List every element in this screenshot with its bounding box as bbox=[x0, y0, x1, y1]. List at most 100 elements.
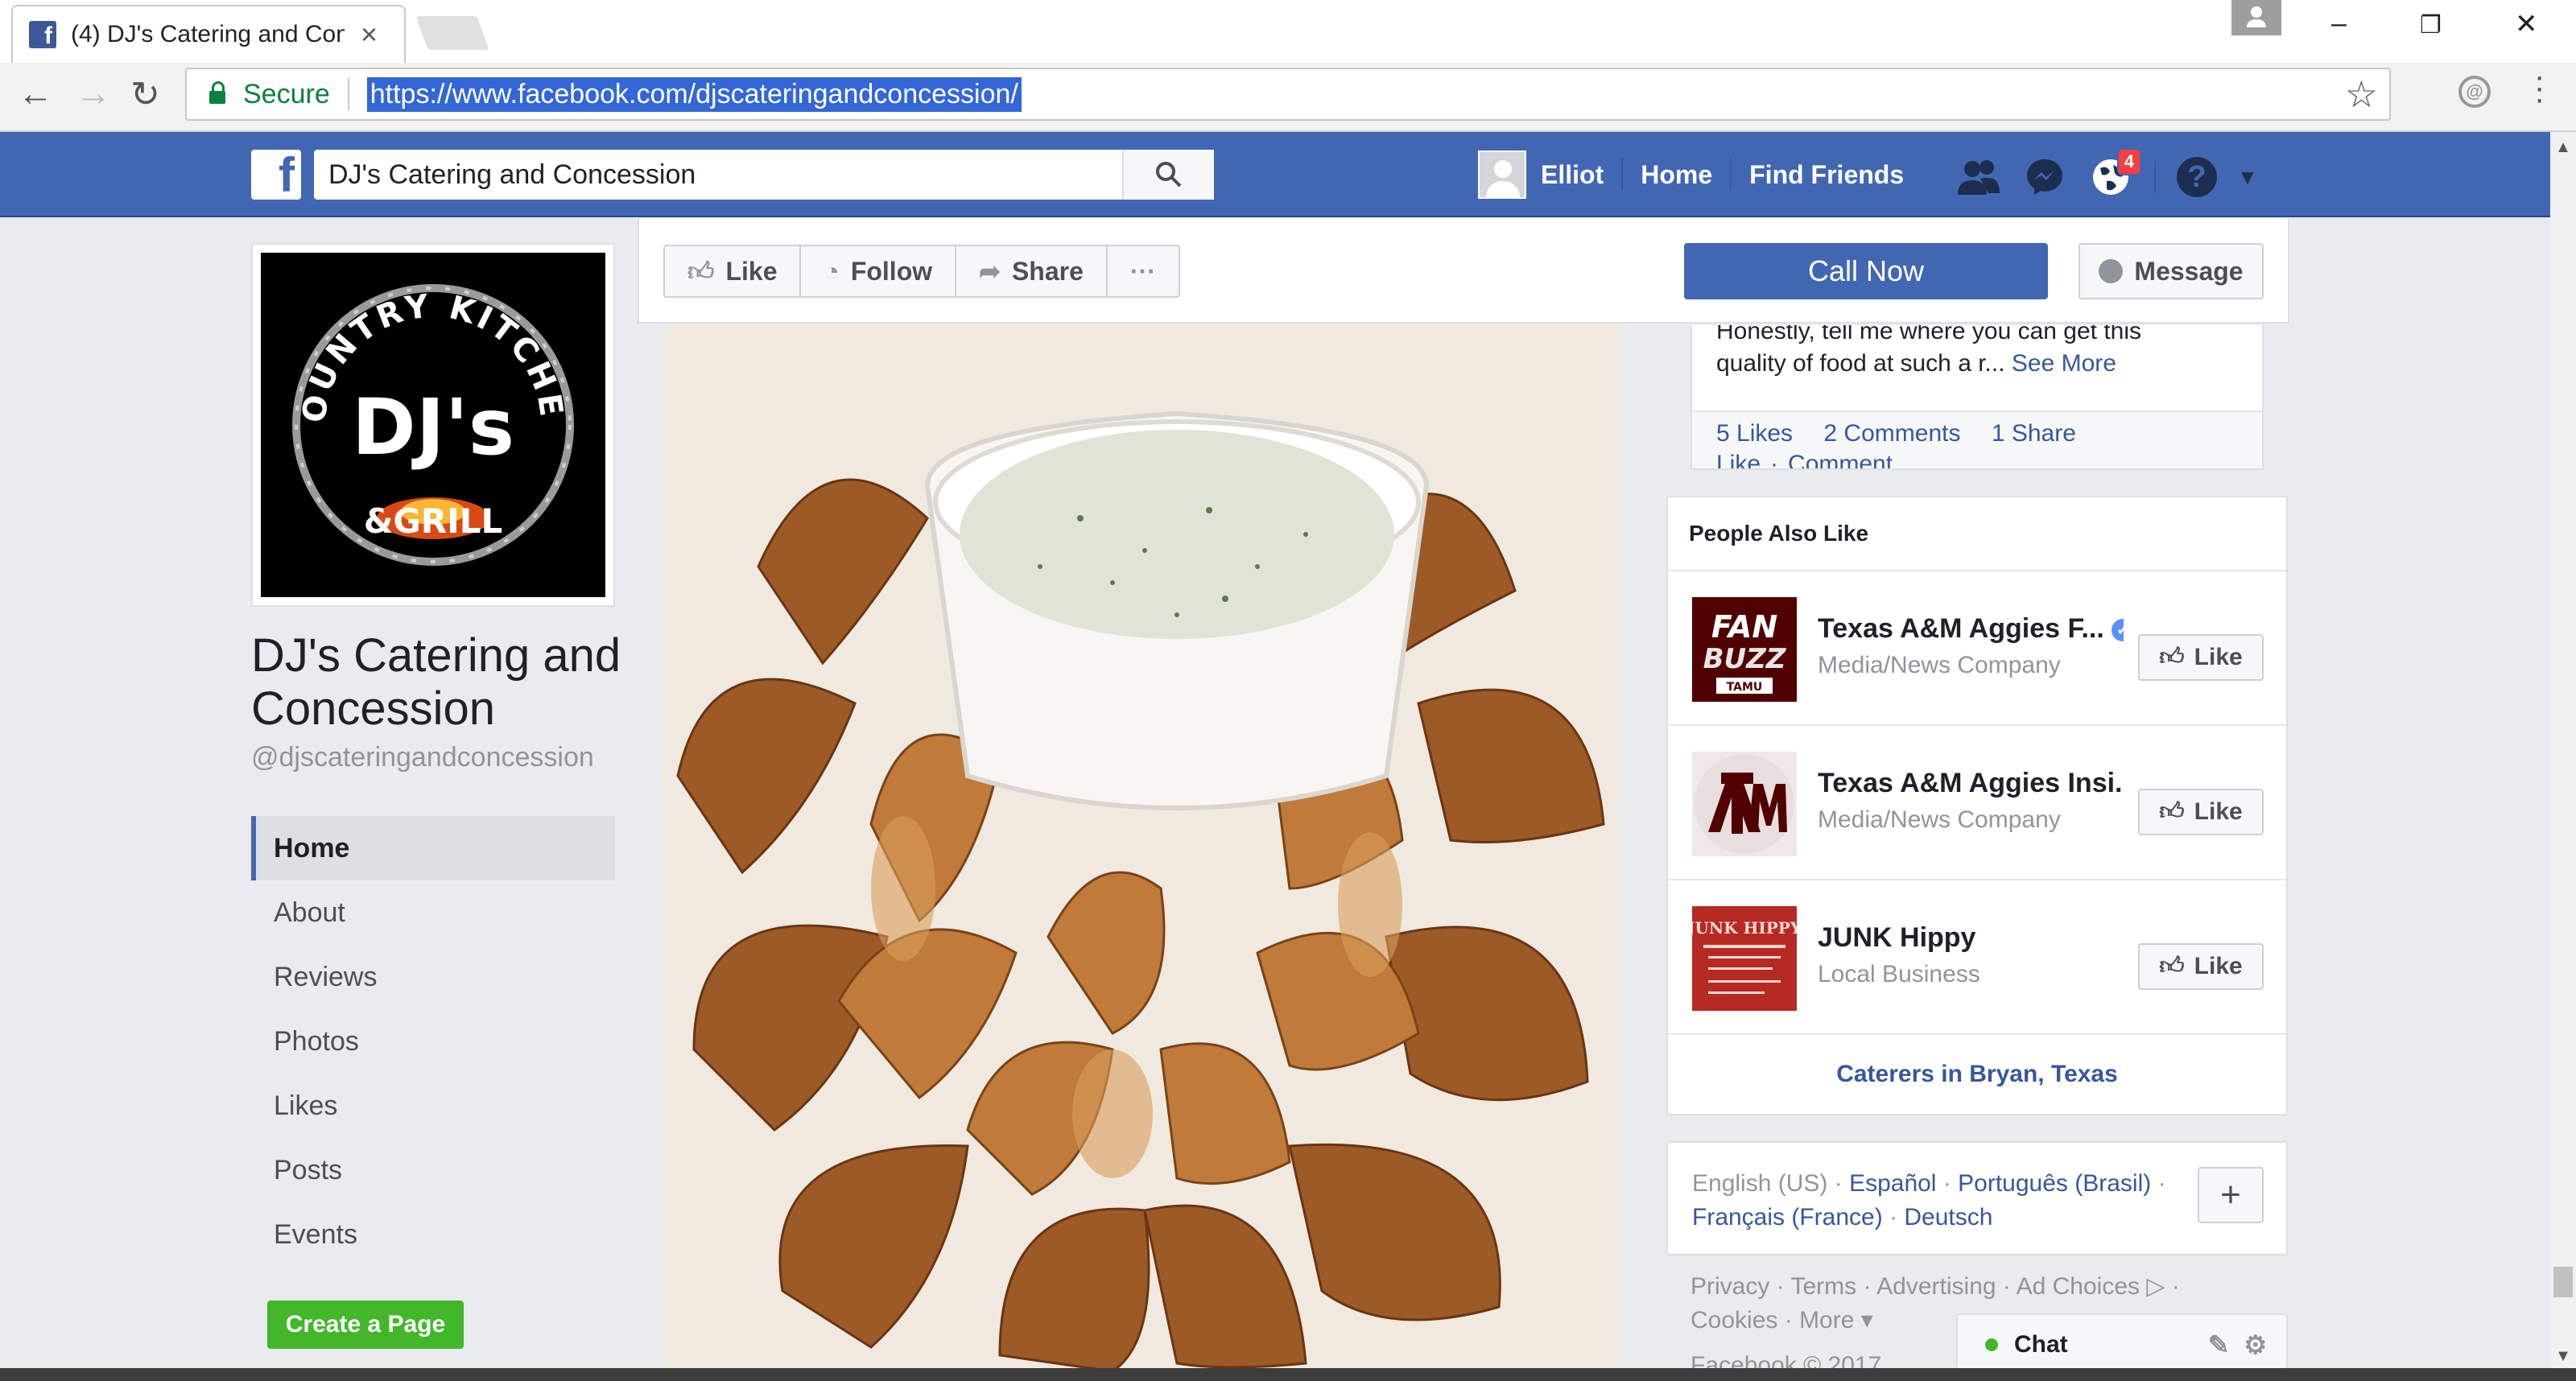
page-handle[interactable]: @djscateringandconcession bbox=[251, 742, 594, 773]
list-item[interactable]: Texas A&M Aggies Insi... Media/News Comp… bbox=[1668, 726, 2286, 880]
post-comment-action[interactable]: Comment bbox=[1788, 451, 1893, 468]
nav-divider bbox=[1730, 159, 1732, 191]
rss-follow-icon: ◔ bbox=[824, 256, 840, 286]
language-german[interactable]: Deutsch bbox=[1904, 1204, 1992, 1231]
minimize-icon[interactable]: – bbox=[2331, 8, 2347, 39]
chat-settings-gear-icon[interactable]: ⚙ bbox=[2244, 1330, 2267, 1359]
more-dropdown-icon[interactable]: ▾ bbox=[1861, 1307, 1873, 1334]
language-french[interactable]: Français (France) bbox=[1692, 1204, 1883, 1231]
more-dots-icon: ··· bbox=[1129, 256, 1156, 286]
like-suggested-page-button[interactable]: 👍︎ Like bbox=[2138, 634, 2264, 681]
page-thumbnail[interactable]: JUNK HIPPY bbox=[1692, 906, 1797, 1011]
account-dropdown-icon[interactable]: ▼ bbox=[2225, 155, 2270, 200]
help-icon[interactable]: ? bbox=[2177, 157, 2217, 197]
notifications-globe-icon[interactable]: 4 bbox=[2088, 148, 2141, 200]
new-tab-button[interactable] bbox=[415, 16, 489, 50]
create-page-button[interactable]: Create a Page bbox=[267, 1301, 464, 1349]
suggested-page-name[interactable]: Texas A&M Aggies F... ✓ bbox=[1818, 613, 2124, 645]
search-input[interactable]: DJ's Catering and Concession bbox=[314, 159, 1122, 191]
facebook-search[interactable]: DJ's Catering and Concession bbox=[314, 150, 1214, 200]
left-nav-about[interactable]: About bbox=[251, 880, 615, 945]
scroll-up-icon[interactable]: ▲ bbox=[2550, 138, 2576, 157]
page-profile-picture[interactable]: COUNTRY KITCHEN DJ's &GRILL bbox=[251, 243, 615, 607]
footer-cookies[interactable]: Cookies bbox=[1690, 1307, 1777, 1334]
logo-bottom-text: &GRILL bbox=[364, 501, 503, 541]
window-close-icon[interactable]: ✕ bbox=[2515, 8, 2538, 40]
restore-icon[interactable]: ❐ bbox=[2420, 11, 2442, 39]
footer-ad-choices[interactable]: Ad Choices bbox=[2017, 1273, 2140, 1300]
messenger-icon[interactable] bbox=[2022, 155, 2067, 200]
left-nav-posts[interactable]: Posts bbox=[251, 1138, 615, 1202]
page-scrollbar[interactable]: ▲ ▼ bbox=[2550, 132, 2576, 1373]
address-bar[interactable]: Secure https://www.facebook.com/djscater… bbox=[185, 68, 2391, 121]
footer-privacy[interactable]: Privacy bbox=[1690, 1273, 1769, 1300]
post-photo[interactable] bbox=[662, 325, 1620, 1373]
tab-close-icon[interactable]: × bbox=[361, 18, 378, 52]
language-card: English (US) · Español · Português (Bras… bbox=[1666, 1141, 2288, 1255]
footer-terms[interactable]: Terms bbox=[1790, 1273, 1856, 1300]
like-page-button[interactable]: 👍︎ Like bbox=[665, 246, 802, 296]
extension-icon[interactable]: @ bbox=[2458, 76, 2491, 108]
suggested-page-name[interactable]: Texas A&M Aggies Insi... bbox=[1818, 768, 2124, 799]
user-name-link[interactable]: Elliot bbox=[1541, 160, 1604, 190]
left-nav-photos[interactable]: Photos bbox=[251, 1009, 615, 1074]
browser-profile-icon[interactable] bbox=[2231, 0, 2281, 35]
friend-requests-icon[interactable] bbox=[1956, 155, 2001, 200]
page-thumbnail[interactable]: FAN BUZZ TAMU bbox=[1692, 597, 1797, 702]
like-suggested-page-button[interactable]: 👍︎ Like bbox=[2138, 789, 2264, 835]
bookmark-star-icon[interactable]: ☆ bbox=[2345, 72, 2378, 116]
see-more-link[interactable]: See More bbox=[2012, 350, 2116, 377]
call-now-button[interactable]: Call Now bbox=[1684, 243, 2048, 299]
post-comments-count[interactable]: 2 Comments bbox=[1823, 420, 1960, 447]
more-options-button[interactable]: ··· bbox=[1108, 246, 1179, 296]
share-button[interactable]: ➦ Share bbox=[956, 246, 1108, 296]
scroll-down-icon[interactable]: ▼ bbox=[2550, 1347, 2576, 1366]
left-nav-reviews[interactable]: Reviews bbox=[251, 945, 615, 1009]
post-like-action[interactable]: Like bbox=[1716, 451, 1761, 468]
chat-bar[interactable]: Chat ✎ ⚙ bbox=[1956, 1313, 2288, 1375]
find-friends-link[interactable]: Find Friends bbox=[1749, 160, 1904, 190]
footer-advertising[interactable]: Advertising bbox=[1876, 1273, 1996, 1300]
page-logo: COUNTRY KITCHEN DJ's &GRILL bbox=[261, 253, 605, 597]
post-likes-count[interactable]: 5 Likes bbox=[1716, 420, 1793, 447]
avatar[interactable] bbox=[1478, 150, 1526, 199]
forward-icon[interactable]: → bbox=[76, 74, 111, 114]
language-portuguese[interactable]: Português (Brasil) bbox=[1958, 1170, 2151, 1197]
browser-menu-icon[interactable]: · · · bbox=[2534, 60, 2545, 115]
more-languages-plus-icon[interactable]: + bbox=[2198, 1167, 2264, 1223]
nav-divider bbox=[2154, 161, 2156, 193]
left-nav-events[interactable]: Events bbox=[251, 1202, 615, 1267]
follow-button[interactable]: ◔ Follow bbox=[801, 246, 957, 296]
thumb-text-fan: FAN bbox=[1711, 609, 1777, 645]
suggested-page-name[interactable]: JUNK Hippy bbox=[1818, 922, 2124, 954]
new-message-icon[interactable]: ✎ bbox=[2208, 1330, 2230, 1359]
scroll-thumb[interactable] bbox=[2553, 1267, 2573, 1297]
footer-more[interactable]: More bbox=[1799, 1307, 1854, 1334]
online-status-icon bbox=[1985, 1338, 1998, 1351]
page-left-nav: Home About Reviews Photos Likes Posts Ev… bbox=[251, 816, 615, 1267]
like-suggested-page-button[interactable]: 👍︎ Like bbox=[2138, 943, 2264, 990]
reload-icon[interactable]: ↻ bbox=[130, 74, 160, 115]
post-shares-count[interactable]: 1 Share bbox=[1992, 420, 2076, 447]
list-item[interactable]: FAN BUZZ TAMU Texas A&M Aggies F... ✓ Me… bbox=[1668, 571, 2286, 726]
page-thumbnail[interactable] bbox=[1692, 752, 1797, 856]
page-action-bar: 👍︎ Like ◔ Follow ➦ Share ··· Call Now Me… bbox=[638, 219, 2289, 324]
language-spanish[interactable]: Español bbox=[1849, 1170, 1936, 1197]
home-link[interactable]: Home bbox=[1641, 160, 1712, 190]
back-icon[interactable]: ← bbox=[18, 74, 53, 114]
notification-badge: 4 bbox=[2116, 148, 2141, 175]
left-nav-likes[interactable]: Likes bbox=[251, 1074, 615, 1138]
like-label: Like bbox=[2194, 644, 2243, 670]
thumbs-up-icon: 👍︎ bbox=[687, 256, 715, 286]
browser-tab[interactable]: f (4) DJ's Catering and Con × bbox=[11, 5, 406, 63]
page-title[interactable]: DJ's Catering and Concession bbox=[251, 629, 621, 736]
message-button[interactable]: Message bbox=[2079, 243, 2264, 299]
caterers-link[interactable]: Caterers in Bryan, Texas bbox=[1668, 1035, 2286, 1114]
facebook-logo-icon[interactable]: f bbox=[251, 150, 301, 200]
post-stats: 5 Likes 2 Comments 1 Share Like · Comment bbox=[1692, 410, 2262, 468]
search-icon[interactable] bbox=[1122, 150, 1214, 200]
left-nav-home[interactable]: Home bbox=[251, 816, 615, 880]
facebook-header: f DJ's Catering and Concession Elliot Ho… bbox=[0, 132, 2550, 217]
list-item[interactable]: JUNK HIPPY JUNK Hippy Local Business 👍︎ … bbox=[1668, 880, 2286, 1035]
url-text[interactable]: https://www.facebook.com/djscateringandc… bbox=[366, 76, 1022, 112]
